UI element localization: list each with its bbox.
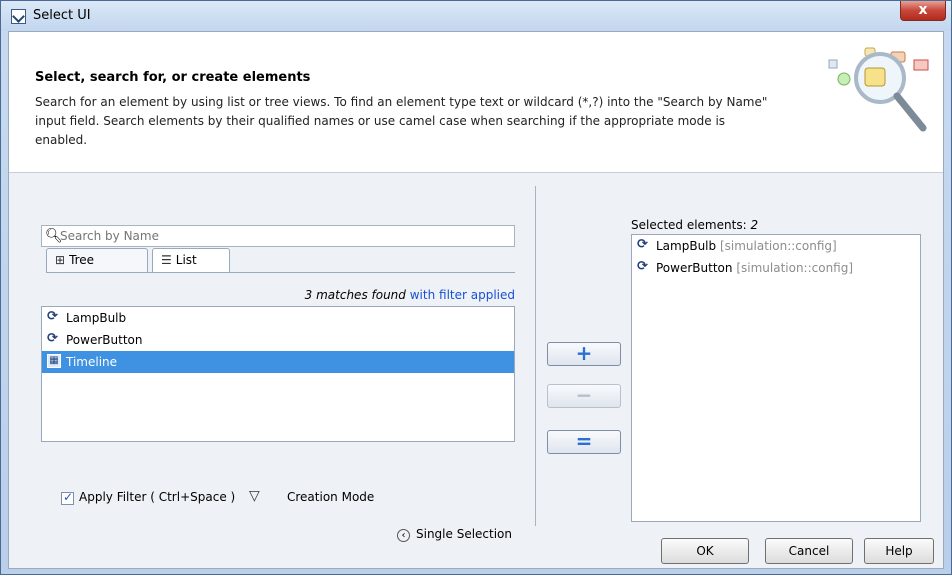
search-illustration-icon [828,47,929,132]
app-icon [11,9,26,24]
selected-elements-list[interactable]: ⟳ LampBulb [simulation::config] ⟳ PowerBut… [631,234,921,522]
timeline-icon: ▦ [47,354,61,368]
list-item-selected[interactable]: ▦ Timeline [42,351,514,373]
selected-item[interactable]: ⟳ PowerButton [simulation::config] [632,257,920,279]
help-button[interactable]: Help [864,538,934,564]
list-icon: ☰ [161,253,172,267]
chevron-left-icon: ‹ [397,529,410,542]
apply-filter-label[interactable]: Apply Filter ( Ctrl+Space ) [79,490,235,504]
select-ui-dialog: Select UI x Select, search for, or creat… [0,0,952,575]
matches-count: 3 matches found [304,288,406,302]
replace-button[interactable]: = [547,430,621,454]
tab-divider [46,272,515,273]
matches-info: 3 matches found with filter applied [41,288,515,302]
signal-icon: ⟳ [47,331,58,346]
filter-applied-link[interactable]: with filter applied [410,288,515,302]
apply-filter-checkbox[interactable] [61,490,74,505]
selected-elements-label: Selected elements: 2 [631,218,759,232]
list-item[interactable]: ⟳ PowerButton [42,329,514,351]
header-panel: Select, search for, or create elements S… [9,32,943,173]
header-description: Search for an element by using list or t… [35,95,768,147]
window-title: Select UI [33,8,91,23]
remove-button[interactable]: − [547,384,621,408]
dialog-body: Select, search for, or create elements S… [8,31,944,569]
header-title: Select, search for, or create elements [35,70,311,85]
filter-funnel-icon[interactable]: ▽ [249,488,260,504]
search-input[interactable] [60,227,500,245]
left-panel: 🔍︎ ⊞Tree ☰List 3 matches found with filt… [19,186,519,542]
single-selection-toggle[interactable]: ‹ Single Selection [397,527,512,542]
element-list[interactable]: ⟳ LampBulb ⟳ PowerButton ▦ Timeline [41,306,515,442]
close-button[interactable]: x [900,1,946,21]
selected-item[interactable]: ⟳ LampBulb [simulation::config] [632,235,920,257]
creation-mode-toggle[interactable]: Creation Mode [287,490,374,504]
search-field[interactable]: 🔍︎ [41,225,515,247]
list-item[interactable]: ⟳ LampBulb [42,307,514,329]
tree-icon: ⊞ [55,253,66,267]
signal-icon: ⟳ [637,237,648,252]
tab-tree[interactable]: ⊞ Tree [46,248,148,272]
cancel-button[interactable]: Cancel [765,538,853,564]
selected-count: 2 [750,218,759,232]
add-button[interactable]: + [547,342,621,366]
panel-divider [535,186,536,526]
signal-icon: ⟳ [637,259,648,274]
tab-list[interactable]: ☰ List [152,248,230,273]
title-bar: Select UI x [1,1,951,31]
main-area: 🔍︎ ⊞Tree ☰List 3 matches found with filt… [19,186,933,542]
signal-icon: ⟳ [47,309,58,324]
ok-button[interactable]: OK [661,538,749,564]
